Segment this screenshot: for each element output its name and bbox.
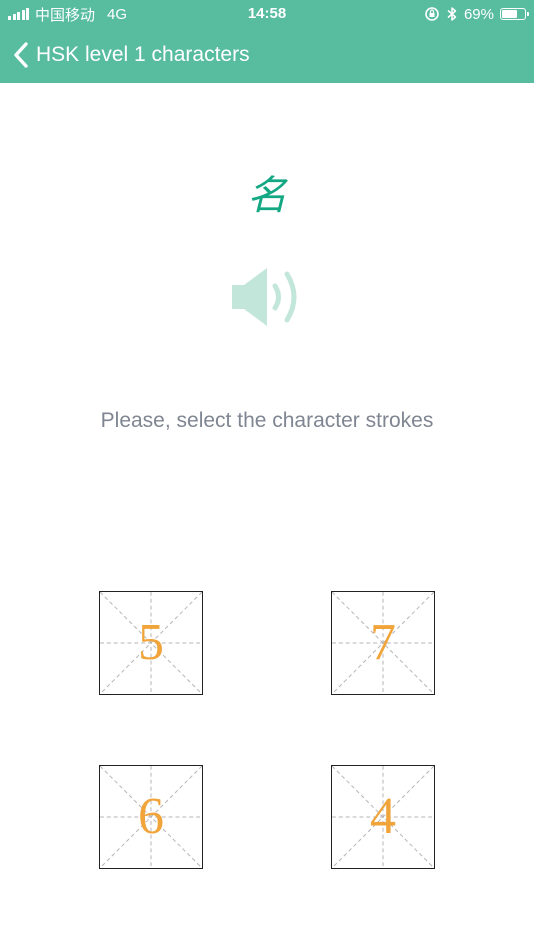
status-right: 69% <box>424 5 529 23</box>
chinese-character: 名 <box>247 173 287 219</box>
battery-fill <box>502 10 518 18</box>
option-number: 5 <box>138 614 164 671</box>
orientation-lock-icon <box>425 7 439 21</box>
chevron-left-icon <box>14 42 28 68</box>
stroke-option-6[interactable]: 6 <box>99 765 203 869</box>
header: 中国移动 4G 14:58 69% HSK level 1 characters <box>0 0 534 83</box>
stroke-option-4[interactable]: 4 <box>331 765 435 869</box>
status-bar: 中国移动 4G 14:58 69% <box>0 0 534 28</box>
battery-icon <box>500 8 529 20</box>
instruction-text: Please, select the character strokes <box>100 409 434 432</box>
bluetooth-icon <box>447 7 457 21</box>
page-title: HSK level 1 characters <box>36 43 250 66</box>
option-number: 4 <box>370 788 396 845</box>
option-number: 7 <box>370 614 396 671</box>
nav-bar: HSK level 1 characters <box>0 28 534 83</box>
stroke-option-5[interactable]: 5 <box>99 591 203 695</box>
option-number: 6 <box>138 788 164 845</box>
battery-percent: 69% <box>463 5 494 23</box>
stroke-option-7[interactable]: 7 <box>331 591 435 695</box>
speaker-icon[interactable] <box>227 262 307 332</box>
back-button[interactable]: HSK level 1 characters <box>10 38 250 72</box>
